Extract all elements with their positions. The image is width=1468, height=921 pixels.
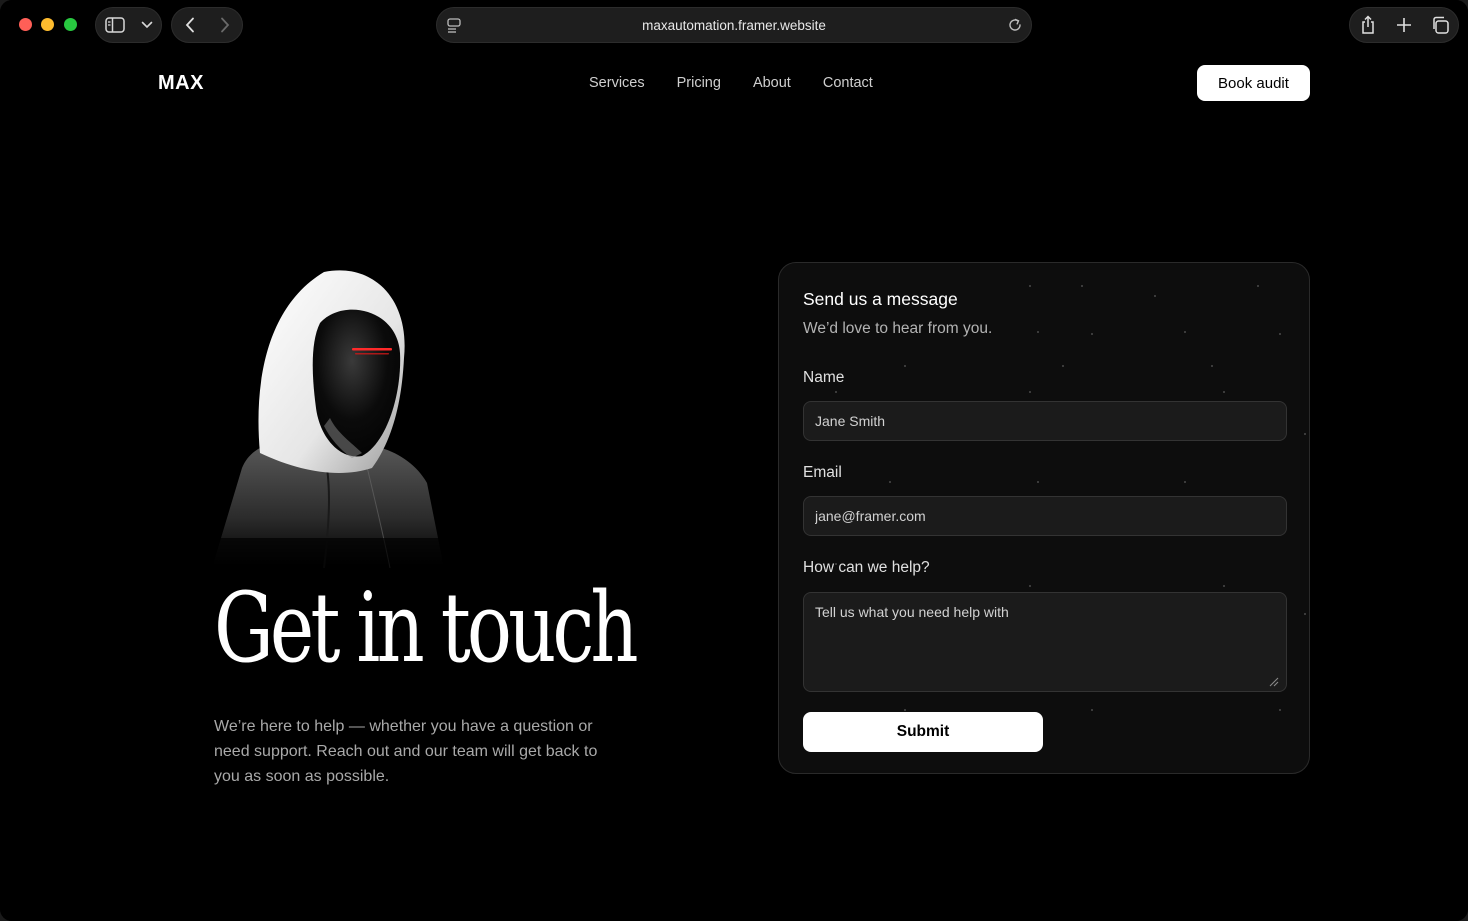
name-label: Name [803,369,845,386]
window-actions-group [1349,7,1459,43]
zoom-window-button[interactable] [64,18,77,31]
contact-form-card: Send us a message We’d love to hear from… [778,262,1310,774]
tabs-overview-icon[interactable] [1422,7,1458,43]
book-audit-button[interactable]: Book audit [1197,65,1310,101]
share-icon[interactable] [1350,7,1386,43]
history-nav-group [171,7,243,43]
email-input[interactable] [803,496,1287,536]
form-title: Send us a message [803,289,958,309]
chevron-down-icon[interactable] [134,7,160,43]
new-tab-icon[interactable] [1386,7,1421,43]
hooded-robot-image [212,268,452,569]
sidebar-toggle-group [95,7,162,43]
submit-button[interactable]: Submit [803,712,1043,752]
email-label: Email [803,464,842,481]
page-headline: Get in touch [214,572,639,684]
browser-toolbar: maxautomation.framer.website [0,0,1468,50]
page-content: MAX Services Pricing About Contact Book … [0,50,1468,921]
name-input[interactable] [803,401,1287,441]
close-window-button[interactable] [19,18,32,31]
sidebar-icon[interactable] [96,7,134,43]
nav-about[interactable]: About [753,75,791,91]
form-subtitle: We’d love to hear from you. [803,320,993,337]
message-label: How can we help? [803,559,930,576]
hero-description: We’re here to help — whether you have a … [214,718,598,785]
back-icon[interactable] [172,7,207,43]
forward-icon[interactable] [207,7,242,43]
main-nav: Services Pricing About Contact [589,75,873,91]
address-bar[interactable]: maxautomation.framer.website [436,7,1032,43]
site-logo[interactable]: MAX [158,72,204,95]
minimize-window-button[interactable] [41,18,54,31]
nav-services[interactable]: Services [589,75,645,91]
url-text: maxautomation.framer.website [642,18,826,33]
browser-window: maxautomation.framer.website MAX Service… [0,0,1468,921]
reload-icon[interactable] [1007,17,1023,38]
message-textarea[interactable] [803,592,1287,692]
nav-pricing[interactable]: Pricing [677,75,721,91]
nav-contact[interactable]: Contact [823,75,873,91]
resize-grip-icon[interactable] [1269,674,1279,692]
